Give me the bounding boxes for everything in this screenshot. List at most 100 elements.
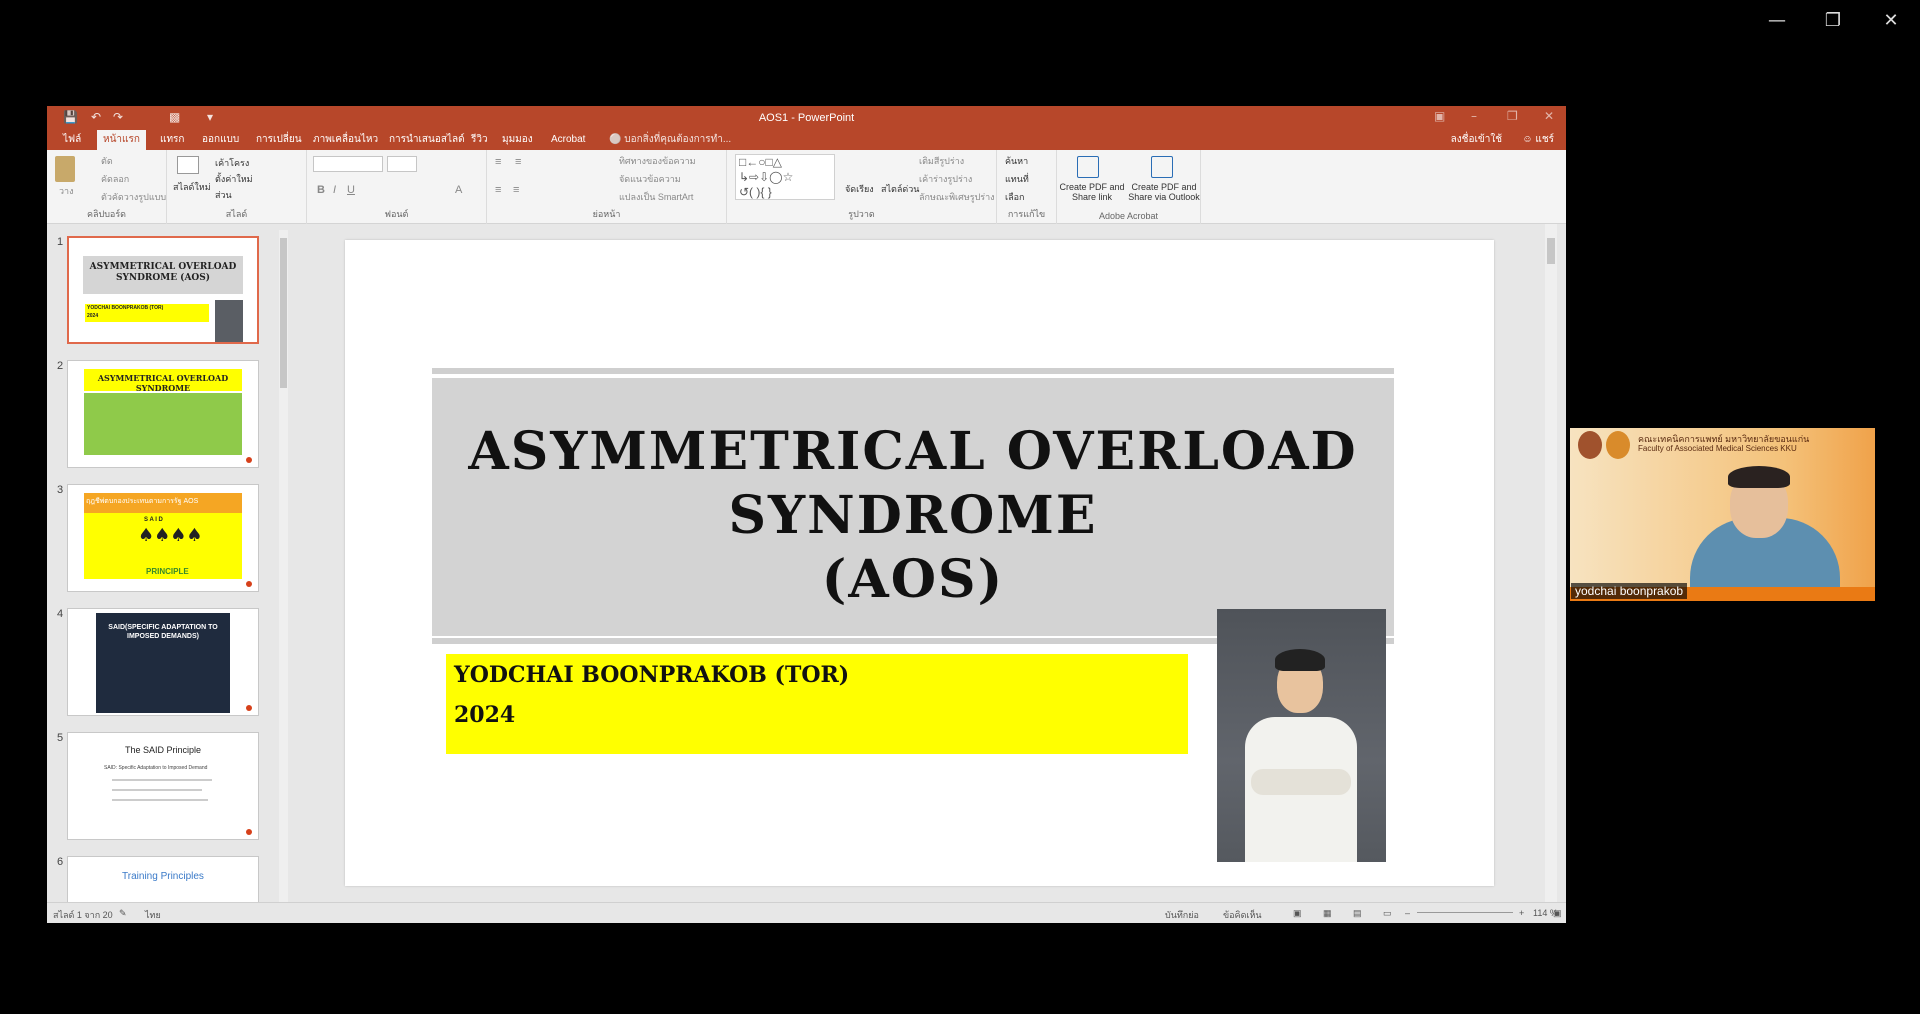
tab-view[interactable]: มุมมอง bbox=[496, 130, 539, 150]
slide-subtitle-box[interactable]: YODCHAI BOONPRAKOB (TOR) 2024 bbox=[446, 654, 1188, 754]
fit-slide-icon[interactable]: ▣ bbox=[1553, 908, 1562, 919]
copy-button[interactable]: คัดลอก bbox=[101, 172, 129, 186]
section-button[interactable]: ส่วน bbox=[215, 188, 232, 202]
close-button[interactable]: ✕ bbox=[1866, 0, 1916, 40]
quick-styles-button[interactable]: สไตล์ด่วน bbox=[881, 182, 919, 196]
bullets-icon[interactable]: ≡ bbox=[495, 156, 501, 168]
align-left-icon[interactable]: ≡ bbox=[495, 184, 501, 196]
tab-home[interactable]: หน้าแรก bbox=[97, 130, 146, 150]
slide-thumbnail-4[interactable]: SAID(SPECIFIC ADAPTATION TO IMPOSED DEMA… bbox=[67, 608, 259, 716]
slide-subtitle-year: 2024 bbox=[454, 702, 516, 728]
bold-icon[interactable]: B bbox=[317, 184, 325, 196]
zoom-out-icon[interactable]: – bbox=[1405, 908, 1410, 918]
thumb-subtitle: YODCHAI BOONPRAKOB (TOR) bbox=[87, 305, 164, 311]
thumbnails-scrollbar[interactable] bbox=[279, 230, 288, 902]
slide-thumbnail-6[interactable]: Training Principles bbox=[67, 856, 259, 902]
tab-animations[interactable]: ภาพเคลื่อนไหว bbox=[307, 130, 384, 150]
font-size-box[interactable] bbox=[387, 156, 417, 172]
zoom-slider[interactable] bbox=[1417, 912, 1513, 913]
tab-file[interactable]: ไฟล์ bbox=[57, 130, 87, 150]
ppt-close-button[interactable]: ✕ bbox=[1544, 109, 1554, 123]
slideshow-icon[interactable]: ▭ bbox=[1383, 908, 1392, 919]
thumb-title: ASYMMETRICAL OVERLOAD SYNDROME (AOS) bbox=[89, 262, 237, 283]
slide-sorter-icon[interactable]: ▦ bbox=[1323, 908, 1332, 919]
thumb-principle: PRINCIPLE bbox=[146, 567, 189, 576]
university-logo-icon bbox=[1578, 431, 1602, 459]
tab-slideshow[interactable]: การนำเสนอสไลด์ bbox=[383, 130, 471, 150]
ribbon-tabs: ไฟล์ หน้าแรก แทรก ออกแบบ การเปลี่ยน ภาพเ… bbox=[47, 130, 1566, 150]
tab-review[interactable]: รีวิว bbox=[465, 130, 494, 150]
format-painter-button[interactable]: ตัวคัดวางรูปแบบ bbox=[101, 190, 166, 204]
restore-button[interactable]: ❐ bbox=[1808, 0, 1858, 40]
tab-insert[interactable]: แทรก bbox=[154, 130, 190, 150]
replace-button[interactable]: แทนที่ bbox=[1005, 172, 1029, 186]
language[interactable]: ไทย bbox=[145, 908, 161, 922]
cut-button[interactable]: ตัด bbox=[101, 154, 113, 168]
thumb-photo bbox=[215, 300, 243, 342]
create-pdf-share-link-button[interactable]: Create PDF and Share link bbox=[1057, 182, 1127, 202]
group-acrobat: Create PDF and Share link Create PDF and… bbox=[1057, 150, 1201, 224]
slide-thumbnail-1[interactable]: ASYMMETRICAL OVERLOAD SYNDROME (AOS) YOD… bbox=[67, 236, 259, 344]
comments-button[interactable]: ข้อคิดเห็น bbox=[1223, 908, 1262, 922]
thumb-bullet: SAID: Specific Adaptation to Imposed Dem… bbox=[104, 765, 208, 771]
tab-design[interactable]: ออกแบบ bbox=[196, 130, 245, 150]
thumb-title: SAID(SPECIFIC ADAPTATION TO IMPOSED DEMA… bbox=[108, 624, 218, 640]
select-button[interactable]: เลือก bbox=[1005, 190, 1024, 204]
align-text-button[interactable]: จัดแนวข้อความ bbox=[619, 172, 681, 186]
zoom-in-icon[interactable]: + bbox=[1519, 908, 1524, 918]
create-pdf-outlook-button[interactable]: Create PDF and Share via Outlook bbox=[1127, 182, 1201, 202]
slide-number: 5 bbox=[57, 732, 64, 744]
slide-thumbnail-3[interactable]: ฤฎชีพ่ตบกองประเทนตามการรัฐ AOS S A I D ♠… bbox=[67, 484, 259, 592]
share-button[interactable]: ☺ แชร์ bbox=[1522, 130, 1554, 150]
slide-title-box[interactable]: ASYMMETRICAL OVERLOAD SYNDROME (AOS) bbox=[432, 378, 1394, 636]
top-rule bbox=[432, 368, 1394, 374]
current-slide[interactable]: ASYMMETRICAL OVERLOAD SYNDROME (AOS) YODC… bbox=[345, 240, 1494, 886]
find-button[interactable]: ค้นหา bbox=[1005, 154, 1028, 168]
font-color-icon[interactable]: A bbox=[455, 184, 462, 196]
shape-outline-button[interactable]: เค้าร่างรูปร่าง bbox=[919, 172, 972, 186]
group-label: Adobe Acrobat bbox=[1098, 211, 1159, 221]
text-direction-button[interactable]: ทิศทางของข้อความ bbox=[619, 154, 696, 168]
reading-view-icon[interactable]: ▤ bbox=[1353, 908, 1362, 919]
slide-number: 3 bbox=[57, 484, 64, 496]
slide-subtitle-author: YODCHAI BOONPRAKOB (TOR) bbox=[454, 662, 850, 688]
italic-icon[interactable]: I bbox=[333, 184, 336, 196]
ppt-minimize-button[interactable]: – bbox=[1471, 109, 1477, 123]
paste-button[interactable]: วาง bbox=[59, 184, 74, 198]
presenter-webcam: คณะเทคนิคการแพทย์ มหาวิทยาลัยขอนแก่น Fac… bbox=[1570, 428, 1875, 601]
normal-view-icon[interactable]: ▣ bbox=[1293, 908, 1302, 919]
shape-effects-button[interactable]: ลักษณะพิเศษรูปร่าง bbox=[919, 190, 995, 204]
slide-thumbnail-5[interactable]: The SAID Principle SAID: Specific Adapta… bbox=[67, 732, 259, 840]
numbering-icon[interactable]: ≡ bbox=[515, 156, 521, 168]
minimize-button[interactable]: — bbox=[1752, 0, 1802, 40]
tab-acrobat[interactable]: Acrobat bbox=[545, 130, 591, 150]
reset-button[interactable]: ตั้งค่าใหม่ bbox=[215, 172, 253, 186]
new-slide-icon[interactable] bbox=[177, 156, 199, 174]
notes-button[interactable]: บันทึกย่อ bbox=[1165, 908, 1199, 922]
slide-number: 4 bbox=[57, 608, 64, 620]
sign-in-link[interactable]: ลงชื่อเข้าใช้ bbox=[1451, 130, 1502, 150]
pdf-outlook-icon bbox=[1151, 156, 1173, 178]
slide-scrollbar[interactable] bbox=[1545, 224, 1557, 902]
participant-name-tag: yodchai boonprakob bbox=[1571, 583, 1688, 599]
ppt-restore-button[interactable]: ❐ bbox=[1507, 109, 1518, 123]
center-icon[interactable]: ≡ bbox=[513, 184, 519, 196]
underline-icon[interactable]: U bbox=[347, 184, 355, 196]
new-slide-button[interactable]: สไลด์ใหม่ bbox=[173, 180, 211, 194]
slide-thumbnail-2[interactable]: ASYMMETRICAL OVERLOAD SYNDROME bbox=[67, 360, 259, 468]
title-bar: 💾 ↶ ↷ ▩ ▾ AOS1 - PowerPoint ▣ – ❐ ✕ bbox=[47, 106, 1566, 130]
spellcheck-icon[interactable]: ✎ bbox=[119, 908, 127, 919]
slide-number: 1 bbox=[57, 236, 64, 248]
tab-transitions[interactable]: การเปลี่ยน bbox=[250, 130, 308, 150]
paste-icon[interactable] bbox=[55, 156, 75, 182]
tell-me-box[interactable]: ⚪ บอกสิ่งที่คุณต้องการทำ... bbox=[609, 130, 731, 150]
presenter-photo[interactable] bbox=[1217, 609, 1386, 862]
lightbulb-icon: ⚪ bbox=[609, 134, 625, 145]
arrange-button[interactable]: จัดเรียง bbox=[845, 182, 874, 196]
shape-fill-button[interactable]: เติมสีรูปร่าง bbox=[919, 154, 964, 168]
layout-button[interactable]: เค้าโครง bbox=[215, 156, 249, 170]
font-name-box[interactable] bbox=[313, 156, 383, 172]
ribbon-display-icon[interactable]: ▣ bbox=[1434, 109, 1445, 123]
smartart-button[interactable]: แปลงเป็น SmartArt bbox=[619, 190, 693, 204]
shapes-gallery[interactable]: □←○□△ ↳⇨⇩◯☆ ↺( ){ } bbox=[735, 154, 835, 200]
